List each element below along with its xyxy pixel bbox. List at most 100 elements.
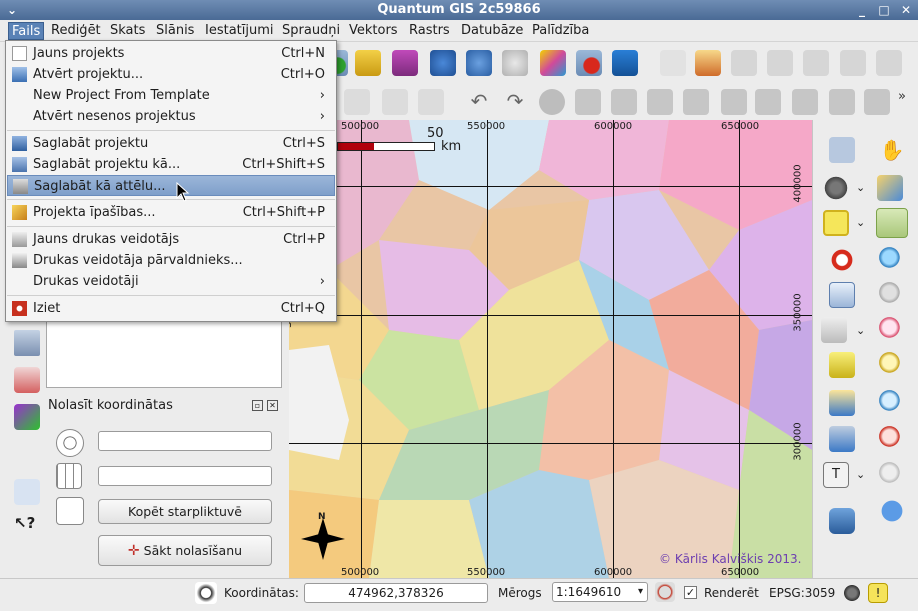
stop-render-icon[interactable] (655, 582, 675, 602)
chevron-down-icon[interactable]: ⌄ (856, 216, 865, 229)
menu-item-recent-projects[interactable]: Atvērt nesenos projektus › (7, 106, 335, 127)
coord-field-1[interactable] (98, 431, 272, 451)
menu-item-open-project[interactable]: Atvērt projektu... Ctrl+O (7, 64, 335, 85)
google-icon[interactable] (879, 498, 905, 524)
add-vertex-icon[interactable] (14, 367, 40, 393)
minimize-icon[interactable]: _ (854, 2, 870, 18)
measure-icon[interactable] (821, 317, 847, 343)
label-pin-icon[interactable] (695, 50, 721, 76)
map-tips-icon[interactable] (829, 352, 855, 378)
redo-icon[interactable]: ↷ (502, 89, 528, 115)
reshape-features-icon[interactable] (647, 89, 673, 115)
menu-file[interactable]: Fails (8, 22, 45, 40)
menu-item-new-project[interactable]: Jauns projekts Ctrl+N (7, 43, 335, 64)
zoom-last-icon[interactable] (879, 426, 905, 452)
delete-ring-icon[interactable] (575, 89, 601, 115)
zoom-selection-icon[interactable] (879, 317, 905, 343)
render-checkbox[interactable]: ✓ (684, 586, 697, 599)
identify-icon[interactable] (829, 137, 855, 163)
gps-icon[interactable] (14, 404, 40, 430)
scale-select[interactable]: 1:1649610 ▾ (552, 582, 648, 602)
label-show-icon[interactable] (767, 50, 793, 76)
add-wfs-layer-icon[interactable] (466, 50, 492, 76)
chevron-down-icon[interactable]: ⌄ (856, 468, 865, 481)
new-shapefile-icon[interactable] (540, 50, 566, 76)
zoom-layer-icon[interactable] (879, 352, 905, 378)
zoom-out-icon[interactable] (879, 247, 905, 273)
menu-raster[interactable]: Rastrs (406, 22, 453, 40)
menu-item-save-as-image[interactable]: Saglabāt kā attēlu... (7, 175, 335, 196)
menu-edit[interactable]: Rediģēt (48, 22, 104, 40)
close-panel-icon[interactable]: ✕ (267, 400, 278, 411)
menu-item-save-project[interactable]: Saglabāt projektu Ctrl+S (7, 133, 335, 154)
menu-item-project-properties[interactable]: Projekta īpašības... Ctrl+Shift+P (7, 202, 335, 223)
menu-layer[interactable]: Slānis (153, 22, 197, 40)
delete-part-icon[interactable] (611, 89, 637, 115)
chevron-down-icon[interactable]: ⌄ (856, 181, 865, 194)
split-features-icon[interactable] (721, 89, 747, 115)
offset-curve-icon[interactable] (683, 89, 709, 115)
window-menu-icon[interactable]: ⌄ (4, 2, 20, 18)
label-change-icon[interactable] (876, 50, 902, 76)
rotate-point-icon[interactable] (829, 89, 855, 115)
undo-icon[interactable]: ↶ (466, 89, 492, 115)
menu-item-exit[interactable]: Iziet Ctrl+Q (7, 298, 335, 319)
zoom-next-icon[interactable] (879, 462, 905, 488)
add-postgis-layer-icon[interactable] (392, 50, 418, 76)
database-icon[interactable] (829, 508, 855, 534)
node-tool-icon[interactable] (792, 89, 818, 115)
whats-this-icon[interactable]: ↖? (14, 514, 40, 540)
projection-icon[interactable] (842, 583, 862, 603)
menu-help[interactable]: Palīdzība (529, 22, 592, 40)
layers-list[interactable] (46, 316, 282, 388)
merge-features-icon[interactable] (755, 89, 781, 115)
toolbar-more-icon[interactable]: » (898, 89, 912, 115)
maximize-icon[interactable]: □ (876, 2, 892, 18)
menu-vector[interactable]: Vektors (346, 22, 401, 40)
label-properties-icon[interactable] (840, 50, 866, 76)
zoom-native-icon[interactable] (879, 390, 905, 416)
menu-plugins[interactable]: Spraudņi (279, 22, 343, 40)
add-part-icon[interactable] (418, 89, 444, 115)
copy-clipboard-button[interactable]: Kopēt starpliktuvē (98, 499, 272, 524)
save-edits-icon[interactable] (612, 50, 638, 76)
float-icon[interactable]: ▫ (252, 400, 263, 411)
coord-field-2[interactable] (98, 466, 272, 486)
help-book-icon[interactable] (14, 479, 40, 505)
menu-item-print-composers[interactable]: Drukas veidotāji › (7, 271, 335, 292)
menu-settings[interactable]: Iestatījumi (202, 22, 277, 40)
zoom-in-icon[interactable] (876, 208, 908, 238)
show-bookmarks-icon[interactable] (829, 426, 855, 452)
pan-hand-icon[interactable]: ✋ (879, 138, 905, 164)
zoom-full-icon[interactable] (879, 282, 905, 308)
menu-view[interactable]: Skats (107, 22, 148, 40)
map-canvas[interactable]: 500000 550000 600000 650000 500000 55000… (289, 120, 812, 578)
menu-item-composer-manager[interactable]: Drukas veidotāja pārvaldnieks... (7, 250, 335, 271)
menu-item-new-print-composer[interactable]: Jauns drukas veidotājs Ctrl+P (7, 229, 335, 250)
fill-ring-icon[interactable] (864, 89, 890, 115)
label-icon[interactable] (660, 50, 686, 76)
add-wms-layer-icon[interactable] (430, 50, 456, 76)
select-feature-icon[interactable] (823, 210, 849, 236)
menu-database[interactable]: Datubāze (458, 22, 526, 40)
grid-icon[interactable] (56, 463, 82, 489)
mouse-pointer-icon[interactable] (56, 497, 84, 525)
chevron-down-icon[interactable]: ⌄ (856, 324, 865, 337)
menu-item-new-from-template[interactable]: New Project From Template › (7, 85, 335, 106)
compass-icon[interactable] (14, 330, 40, 356)
text-annotation-icon[interactable]: T (823, 462, 849, 488)
attribute-table-icon[interactable] (829, 282, 855, 308)
start-capture-button[interactable]: ✛ Sākt nolasīšanu (98, 535, 272, 566)
warning-icon[interactable]: ! (868, 583, 888, 603)
paste-features-icon[interactable] (344, 89, 370, 115)
add-ring-icon[interactable] (382, 89, 408, 115)
close-icon[interactable]: ✕ (898, 2, 914, 18)
deselect-icon[interactable] (829, 247, 855, 273)
remove-layer-icon[interactable] (576, 50, 602, 76)
label-rotate-icon[interactable] (803, 50, 829, 76)
new-bookmark-icon[interactable] (829, 390, 855, 416)
coordinate-mode-icon[interactable] (195, 582, 217, 604)
pan-to-selection-icon[interactable] (877, 175, 903, 201)
add-raster-layer-icon[interactable] (355, 50, 381, 76)
simplify-feature-icon[interactable] (539, 89, 565, 115)
